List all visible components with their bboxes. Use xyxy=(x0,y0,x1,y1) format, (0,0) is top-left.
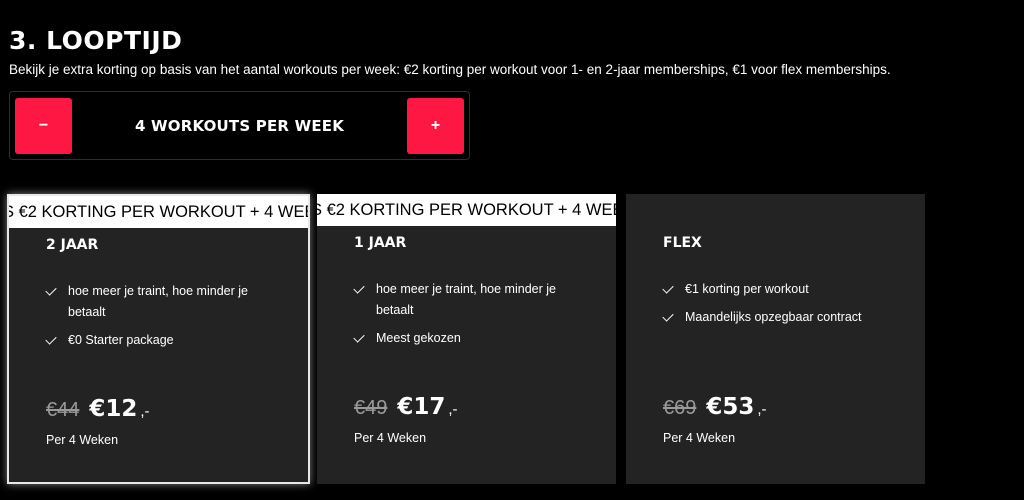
plan-card-1-jaar[interactable]: S €2 KORTING PER WORKOUT + 4 WEEK 1 JAAR… xyxy=(317,194,616,484)
plan-card-flex[interactable]: FLEX €1 korting per workout Maandelijks … xyxy=(626,194,925,484)
increase-workouts-button[interactable]: + xyxy=(407,98,464,154)
plan-name: 1 JAAR xyxy=(354,235,407,251)
looptijd-section: 3. LOOPTIJD Bekijk je extra korting op b… xyxy=(0,0,1024,500)
feature-item: Maandelijks opzegbaar contract xyxy=(662,307,903,328)
check-icon xyxy=(45,333,57,345)
feature-item: €0 Starter package xyxy=(45,330,286,351)
plan-name: FLEX xyxy=(663,235,702,251)
price-period: Per 4 Weken xyxy=(663,431,736,445)
feature-item: €1 korting per workout xyxy=(662,279,903,300)
feature-item: hoe meer je traint, hoe minder je betaal… xyxy=(45,281,286,323)
decrease-workouts-button[interactable]: − xyxy=(15,98,72,154)
old-price: €49 xyxy=(354,397,388,419)
price-block: €69 €53 ,- xyxy=(663,394,767,420)
price-suffix: ,- xyxy=(757,401,767,418)
plan-card-2-jaar[interactable]: S €2 KORTING PER WORKOUT + 4 WEEK 2 JAAR… xyxy=(7,194,310,484)
price-suffix: ,- xyxy=(448,401,458,418)
check-icon xyxy=(353,331,365,343)
workouts-stepper: − 4 WORKOUTS PER WEEK + xyxy=(9,91,470,160)
old-price: €44 xyxy=(46,399,80,421)
feature-item: Meest gekozen xyxy=(353,328,594,349)
old-price: €69 xyxy=(663,397,697,419)
discount-banner: S €2 KORTING PER WORKOUT + 4 WEEK xyxy=(9,196,308,228)
section-title: 3. LOOPTIJD xyxy=(9,26,183,55)
check-icon xyxy=(45,284,57,296)
check-icon xyxy=(662,310,674,322)
section-subtitle: Bekijk je extra korting op basis van het… xyxy=(9,62,891,77)
price-block: €49 €17 ,- xyxy=(354,394,458,420)
discount-banner: S €2 KORTING PER WORKOUT + 4 WEEK xyxy=(317,194,616,226)
new-price: €53 xyxy=(706,394,755,420)
check-icon xyxy=(353,282,365,294)
workouts-value: 4 WORKOUTS PER WEEK xyxy=(134,116,345,135)
new-price: €17 xyxy=(397,394,446,420)
feature-list: hoe meer je traint, hoe minder je betaal… xyxy=(353,279,594,356)
feature-item: hoe meer je traint, hoe minder je betaal… xyxy=(353,279,594,321)
price-period: Per 4 Weken xyxy=(354,431,427,445)
new-price: €12 xyxy=(89,396,138,422)
feature-list: €1 korting per workout Maandelijks opzeg… xyxy=(662,279,903,335)
price-period: Per 4 Weken xyxy=(46,433,119,447)
check-icon xyxy=(662,282,674,294)
price-suffix: ,- xyxy=(140,403,150,420)
feature-list: hoe meer je traint, hoe minder je betaal… xyxy=(45,281,286,358)
plan-name: 2 JAAR xyxy=(46,237,99,253)
price-block: €44 €12 ,- xyxy=(46,396,150,422)
